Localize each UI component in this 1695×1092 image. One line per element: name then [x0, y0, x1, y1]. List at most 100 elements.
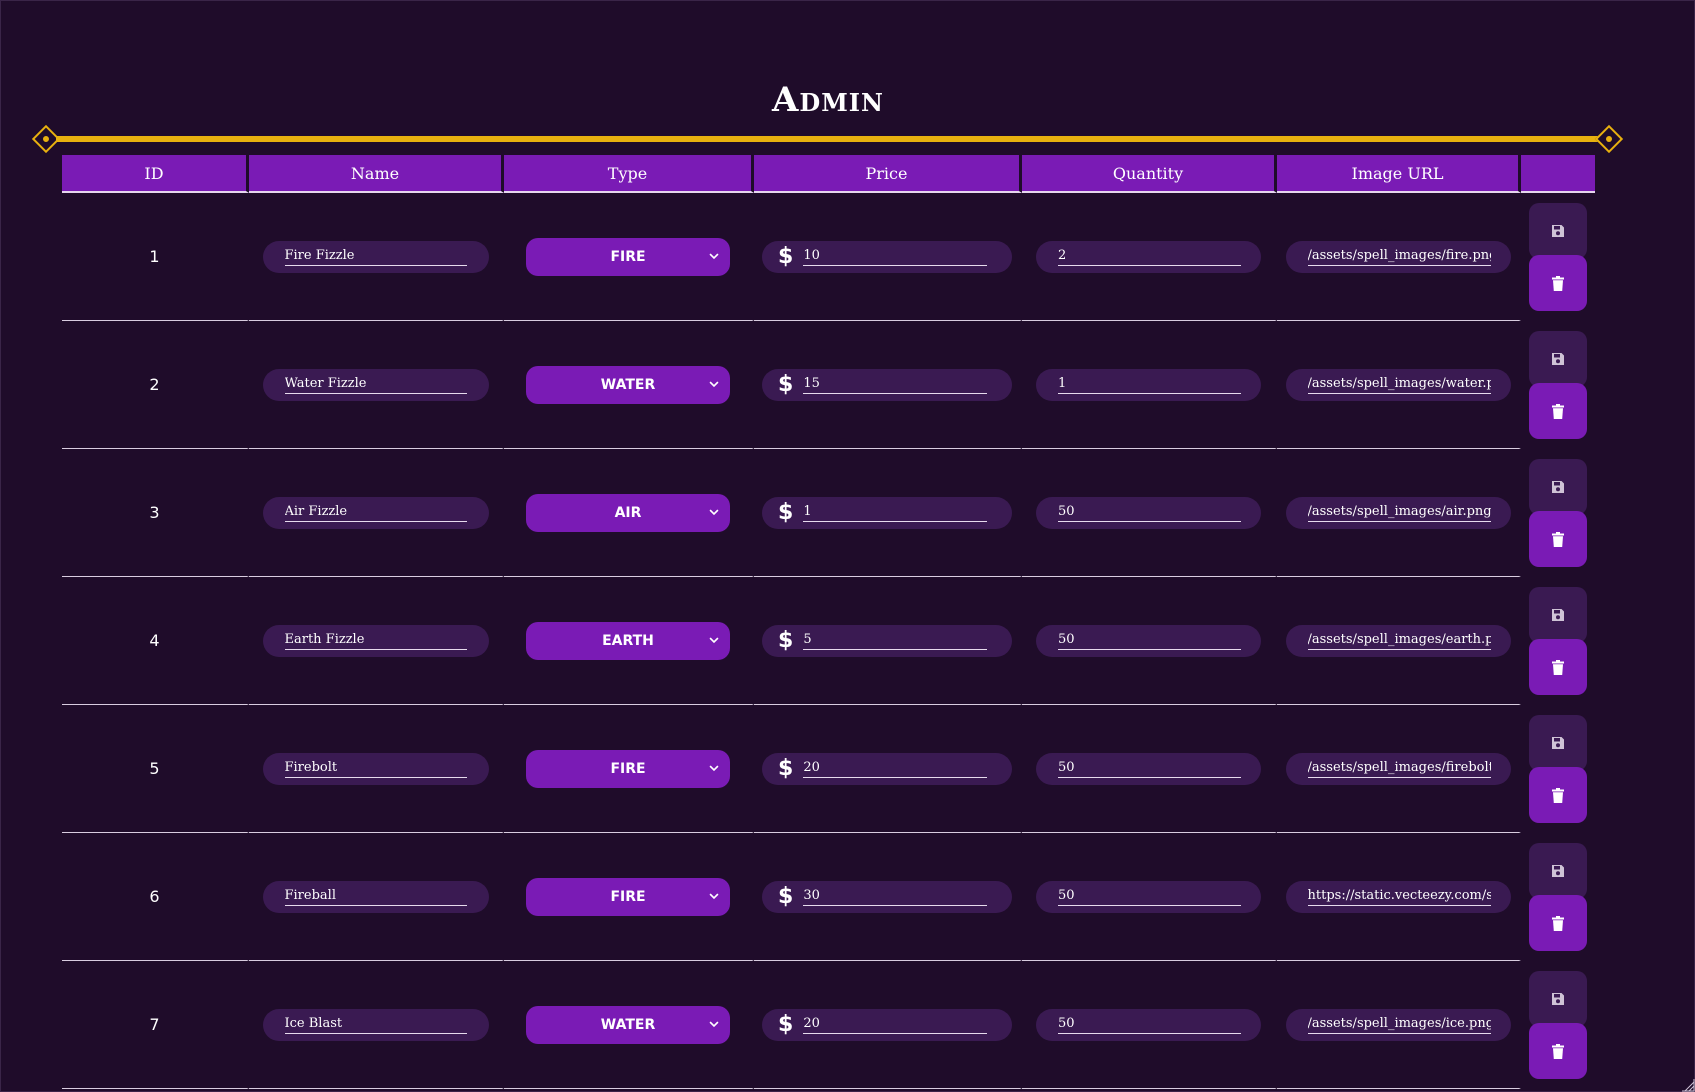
save-button[interactable] [1529, 203, 1587, 259]
price-cell: $ 20 [754, 705, 1022, 833]
quantity-input[interactable]: 50 [1036, 496, 1261, 529]
name-cell: Ice Blast [249, 961, 504, 1089]
price-input-value: 10 [803, 248, 988, 266]
name-input[interactable]: Ice Blast [262, 1008, 489, 1041]
price-input[interactable]: $ 20 [762, 752, 1012, 785]
row-actions [1521, 843, 1595, 951]
name-input[interactable]: Firebolt [262, 752, 489, 785]
table-row: 3 Air Fizzle AIR $ 1 50 /assets/spell_im… [62, 449, 1595, 577]
price-input-value: 5 [803, 632, 988, 650]
type-cell: FIRE [504, 193, 754, 321]
actions-cell [1521, 577, 1595, 705]
type-select[interactable]: EARTH [526, 621, 730, 660]
type-cell: WATER [504, 321, 754, 449]
name-input[interactable]: Fire Fizzle [262, 240, 489, 273]
image-url-input[interactable]: /assets/spell_images/air.png [1285, 496, 1511, 529]
name-input[interactable]: Fireball [262, 880, 489, 913]
price-input[interactable]: $ 1 [762, 496, 1012, 529]
save-button[interactable] [1529, 587, 1587, 643]
type-select[interactable]: FIRE [526, 749, 730, 788]
name-input[interactable]: Earth Fizzle [262, 624, 489, 657]
trash-icon [1552, 403, 1564, 419]
quantity-input[interactable]: 50 [1036, 1008, 1261, 1041]
delete-button[interactable] [1529, 383, 1587, 439]
page-title: Admin [772, 80, 884, 120]
image-url-input[interactable]: /assets/spell_images/water.png [1285, 368, 1511, 401]
floppy-disk-icon [1552, 993, 1564, 1005]
type-select-value: EARTH [602, 632, 654, 649]
quantity-cell: 2 [1022, 193, 1277, 321]
delete-button[interactable] [1529, 895, 1587, 951]
header-actions [1521, 155, 1595, 193]
price-cell: $ 5 [754, 577, 1022, 705]
chevron-down-icon [709, 765, 719, 771]
type-select[interactable]: FIRE [526, 877, 730, 916]
price-cell: $ 30 [754, 833, 1022, 961]
price-input[interactable]: $ 10 [762, 240, 1012, 273]
price-cell: $ 15 [754, 321, 1022, 449]
price-input[interactable]: $ 15 [762, 368, 1012, 401]
save-button[interactable] [1529, 971, 1587, 1027]
quantity-cell: 50 [1022, 961, 1277, 1089]
header-id: ID [62, 155, 249, 193]
price-input[interactable]: $ 30 [762, 880, 1012, 913]
type-select[interactable]: WATER [526, 1005, 730, 1044]
name-input[interactable]: Water Fizzle [262, 368, 489, 401]
actions-cell [1521, 449, 1595, 577]
row-id: 7 [62, 961, 249, 1089]
row-id: 5 [62, 705, 249, 833]
type-select[interactable]: WATER [526, 365, 730, 404]
row-id: 3 [62, 449, 249, 577]
image-url-cell: /assets/spell_images/fire.png [1277, 193, 1521, 321]
quantity-input[interactable]: 50 [1036, 752, 1261, 785]
delete-button[interactable] [1529, 639, 1587, 695]
row-actions [1521, 331, 1595, 439]
type-cell: WATER [504, 961, 754, 1089]
type-select-value: WATER [600, 376, 656, 393]
row-actions [1521, 715, 1595, 823]
actions-cell [1521, 833, 1595, 961]
delete-button[interactable] [1529, 511, 1587, 567]
delete-button[interactable] [1529, 767, 1587, 823]
row-actions [1521, 459, 1595, 567]
quantity-input[interactable]: 1 [1036, 368, 1261, 401]
type-cell: FIRE [504, 705, 754, 833]
price-input[interactable]: $ 5 [762, 624, 1012, 657]
image-url-input-value: /assets/spell_images/water.png [1307, 376, 1491, 394]
price-input-value: 20 [803, 760, 988, 778]
type-select[interactable]: AIR [526, 493, 730, 532]
name-input[interactable]: Air Fizzle [262, 496, 489, 529]
image-url-input[interactable]: /assets/spell_images/firebolt.png [1285, 752, 1511, 785]
save-button[interactable] [1529, 843, 1587, 899]
quantity-input[interactable]: 50 [1036, 624, 1261, 657]
image-url-input[interactable]: /assets/spell_images/ice.png [1285, 1008, 1511, 1041]
delete-button[interactable] [1529, 255, 1587, 311]
quantity-cell: 50 [1022, 833, 1277, 961]
type-select[interactable]: FIRE [526, 237, 730, 276]
trash-icon [1552, 1043, 1564, 1059]
quantity-input[interactable]: 50 [1036, 880, 1261, 913]
image-url-input[interactable]: https://static.vecteezy.com/system [1285, 880, 1511, 913]
dollar-icon: $ [778, 371, 794, 397]
image-url-input[interactable]: /assets/spell_images/fire.png [1285, 240, 1511, 273]
image-url-input-value: /assets/spell_images/air.png [1307, 504, 1491, 522]
header-type: Type [504, 155, 754, 193]
row-id: 2 [62, 321, 249, 449]
image-url-input[interactable]: /assets/spell_images/earth.png [1285, 624, 1511, 657]
row-id-text: 3 [149, 503, 160, 522]
price-input-value: 30 [803, 888, 988, 906]
name-input-value: Fire Fizzle [284, 248, 467, 266]
save-button[interactable] [1529, 715, 1587, 771]
header-image-url: Image URL [1277, 155, 1521, 193]
chevron-down-icon [709, 893, 719, 899]
type-select-value: WATER [600, 1016, 656, 1033]
save-button[interactable] [1529, 331, 1587, 387]
save-button[interactable] [1529, 459, 1587, 515]
dollar-icon: $ [778, 1011, 794, 1037]
resize-handle-icon[interactable] [1681, 1078, 1695, 1092]
floppy-disk-icon [1552, 353, 1564, 365]
quantity-input[interactable]: 2 [1036, 240, 1261, 273]
delete-button[interactable] [1529, 1023, 1587, 1079]
price-input[interactable]: $ 20 [762, 1008, 1012, 1041]
row-id-text: 2 [149, 375, 160, 394]
